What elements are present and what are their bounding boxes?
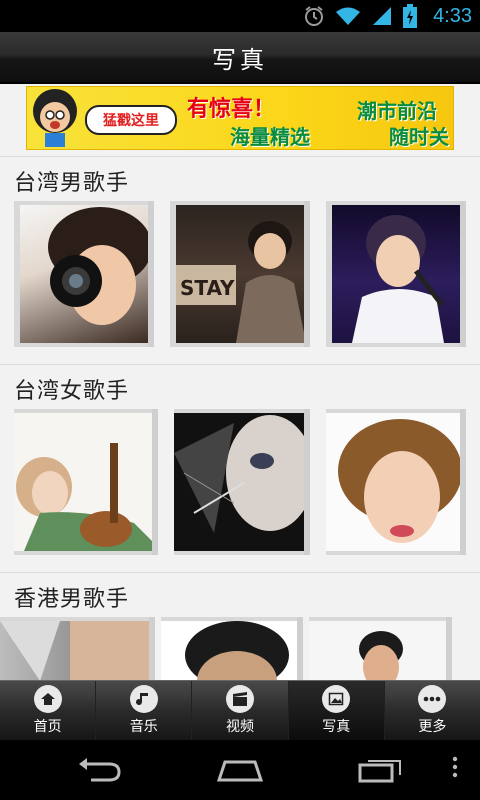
clock-time: 4:33 bbox=[433, 4, 472, 27]
banner-text-1: 海量精选 bbox=[230, 125, 310, 149]
svg-text:STAY: STAY bbox=[180, 276, 235, 300]
nav-item-video[interactable]: 视频 bbox=[192, 681, 289, 740]
nav-item-more[interactable]: 更多 bbox=[385, 681, 480, 740]
battery-icon bbox=[403, 4, 418, 28]
wifi-icon bbox=[335, 5, 361, 27]
recent-apps-icon[interactable] bbox=[350, 750, 410, 790]
clapperboard-icon bbox=[226, 685, 254, 713]
promo-banner[interactable]: 猛戳这里 有惊喜！ 海量精选 潮市前沿 随时关注 bbox=[26, 86, 454, 150]
photo-row bbox=[0, 617, 452, 680]
photo-icon bbox=[322, 685, 351, 713]
music-note-icon bbox=[129, 685, 158, 713]
nav-label: 写真 bbox=[322, 719, 351, 735]
nav-label: 视频 bbox=[226, 719, 254, 735]
photo-thumbnail[interactable] bbox=[14, 409, 158, 555]
section-label: 香港男歌手 bbox=[14, 587, 130, 612]
banner-bubble: 猛戳这里 bbox=[85, 105, 177, 135]
section-tw-female: 台湾女歌手 bbox=[0, 364, 480, 570]
nav-label: 更多 bbox=[418, 719, 447, 735]
app-screen: 4:33 写真 猛戳这里 有惊喜！ 海量精选 潮市前沿 随时关注 台湾男歌手 bbox=[0, 0, 480, 800]
overflow-menu-icon[interactable] bbox=[452, 756, 458, 782]
nav-item-home[interactable]: 首页 bbox=[0, 681, 97, 740]
nav-item-photo[interactable]: 写真 bbox=[288, 681, 385, 740]
section-label: 台湾男歌手 bbox=[14, 171, 130, 196]
section-label: 台湾女歌手 bbox=[14, 379, 130, 404]
page-title: 写真 bbox=[212, 45, 268, 74]
home-icon bbox=[33, 685, 62, 713]
photo-thumbnail[interactable] bbox=[308, 617, 452, 680]
photo-thumbnail[interactable] bbox=[14, 201, 154, 347]
alarm-icon bbox=[303, 5, 325, 27]
content-area[interactable]: 猛戳这里 有惊喜！ 海量精选 潮市前沿 随时关注 台湾男歌手 STAY bbox=[0, 86, 480, 680]
nav-label: 首页 bbox=[33, 719, 62, 735]
banner-text-2: 潮市前沿 bbox=[357, 99, 437, 123]
nav-label: 音乐 bbox=[129, 719, 158, 735]
photo-thumbnail[interactable] bbox=[160, 617, 303, 680]
photo-thumbnail[interactable] bbox=[0, 617, 155, 680]
section-hk-male: 香港男歌手 bbox=[0, 572, 480, 680]
section-tw-male: 台湾男歌手 STAY bbox=[0, 156, 480, 362]
banner-headline: 有惊喜！ bbox=[187, 97, 276, 122]
photo-row bbox=[14, 409, 466, 555]
bottom-nav: 首页 音乐 视频 写真 更多 bbox=[0, 680, 480, 740]
system-nav-bar bbox=[0, 740, 480, 800]
photo-row: STAY bbox=[14, 201, 466, 347]
photo-thumbnail[interactable] bbox=[173, 409, 310, 555]
photo-thumbnail[interactable]: STAY bbox=[170, 201, 310, 347]
cartoon-mascot-icon bbox=[33, 89, 77, 147]
nav-item-music[interactable]: 音乐 bbox=[96, 681, 193, 740]
more-icon bbox=[418, 685, 447, 713]
title-bar: 写真 bbox=[0, 32, 480, 84]
status-bar: 4:33 bbox=[0, 0, 480, 32]
home-icon[interactable] bbox=[210, 750, 270, 790]
banner-text-3: 随时关注 bbox=[389, 125, 449, 149]
photo-thumbnail[interactable] bbox=[326, 409, 466, 555]
photo-thumbnail[interactable] bbox=[326, 201, 466, 347]
signal-icon bbox=[371, 5, 393, 27]
back-icon[interactable] bbox=[70, 750, 130, 790]
